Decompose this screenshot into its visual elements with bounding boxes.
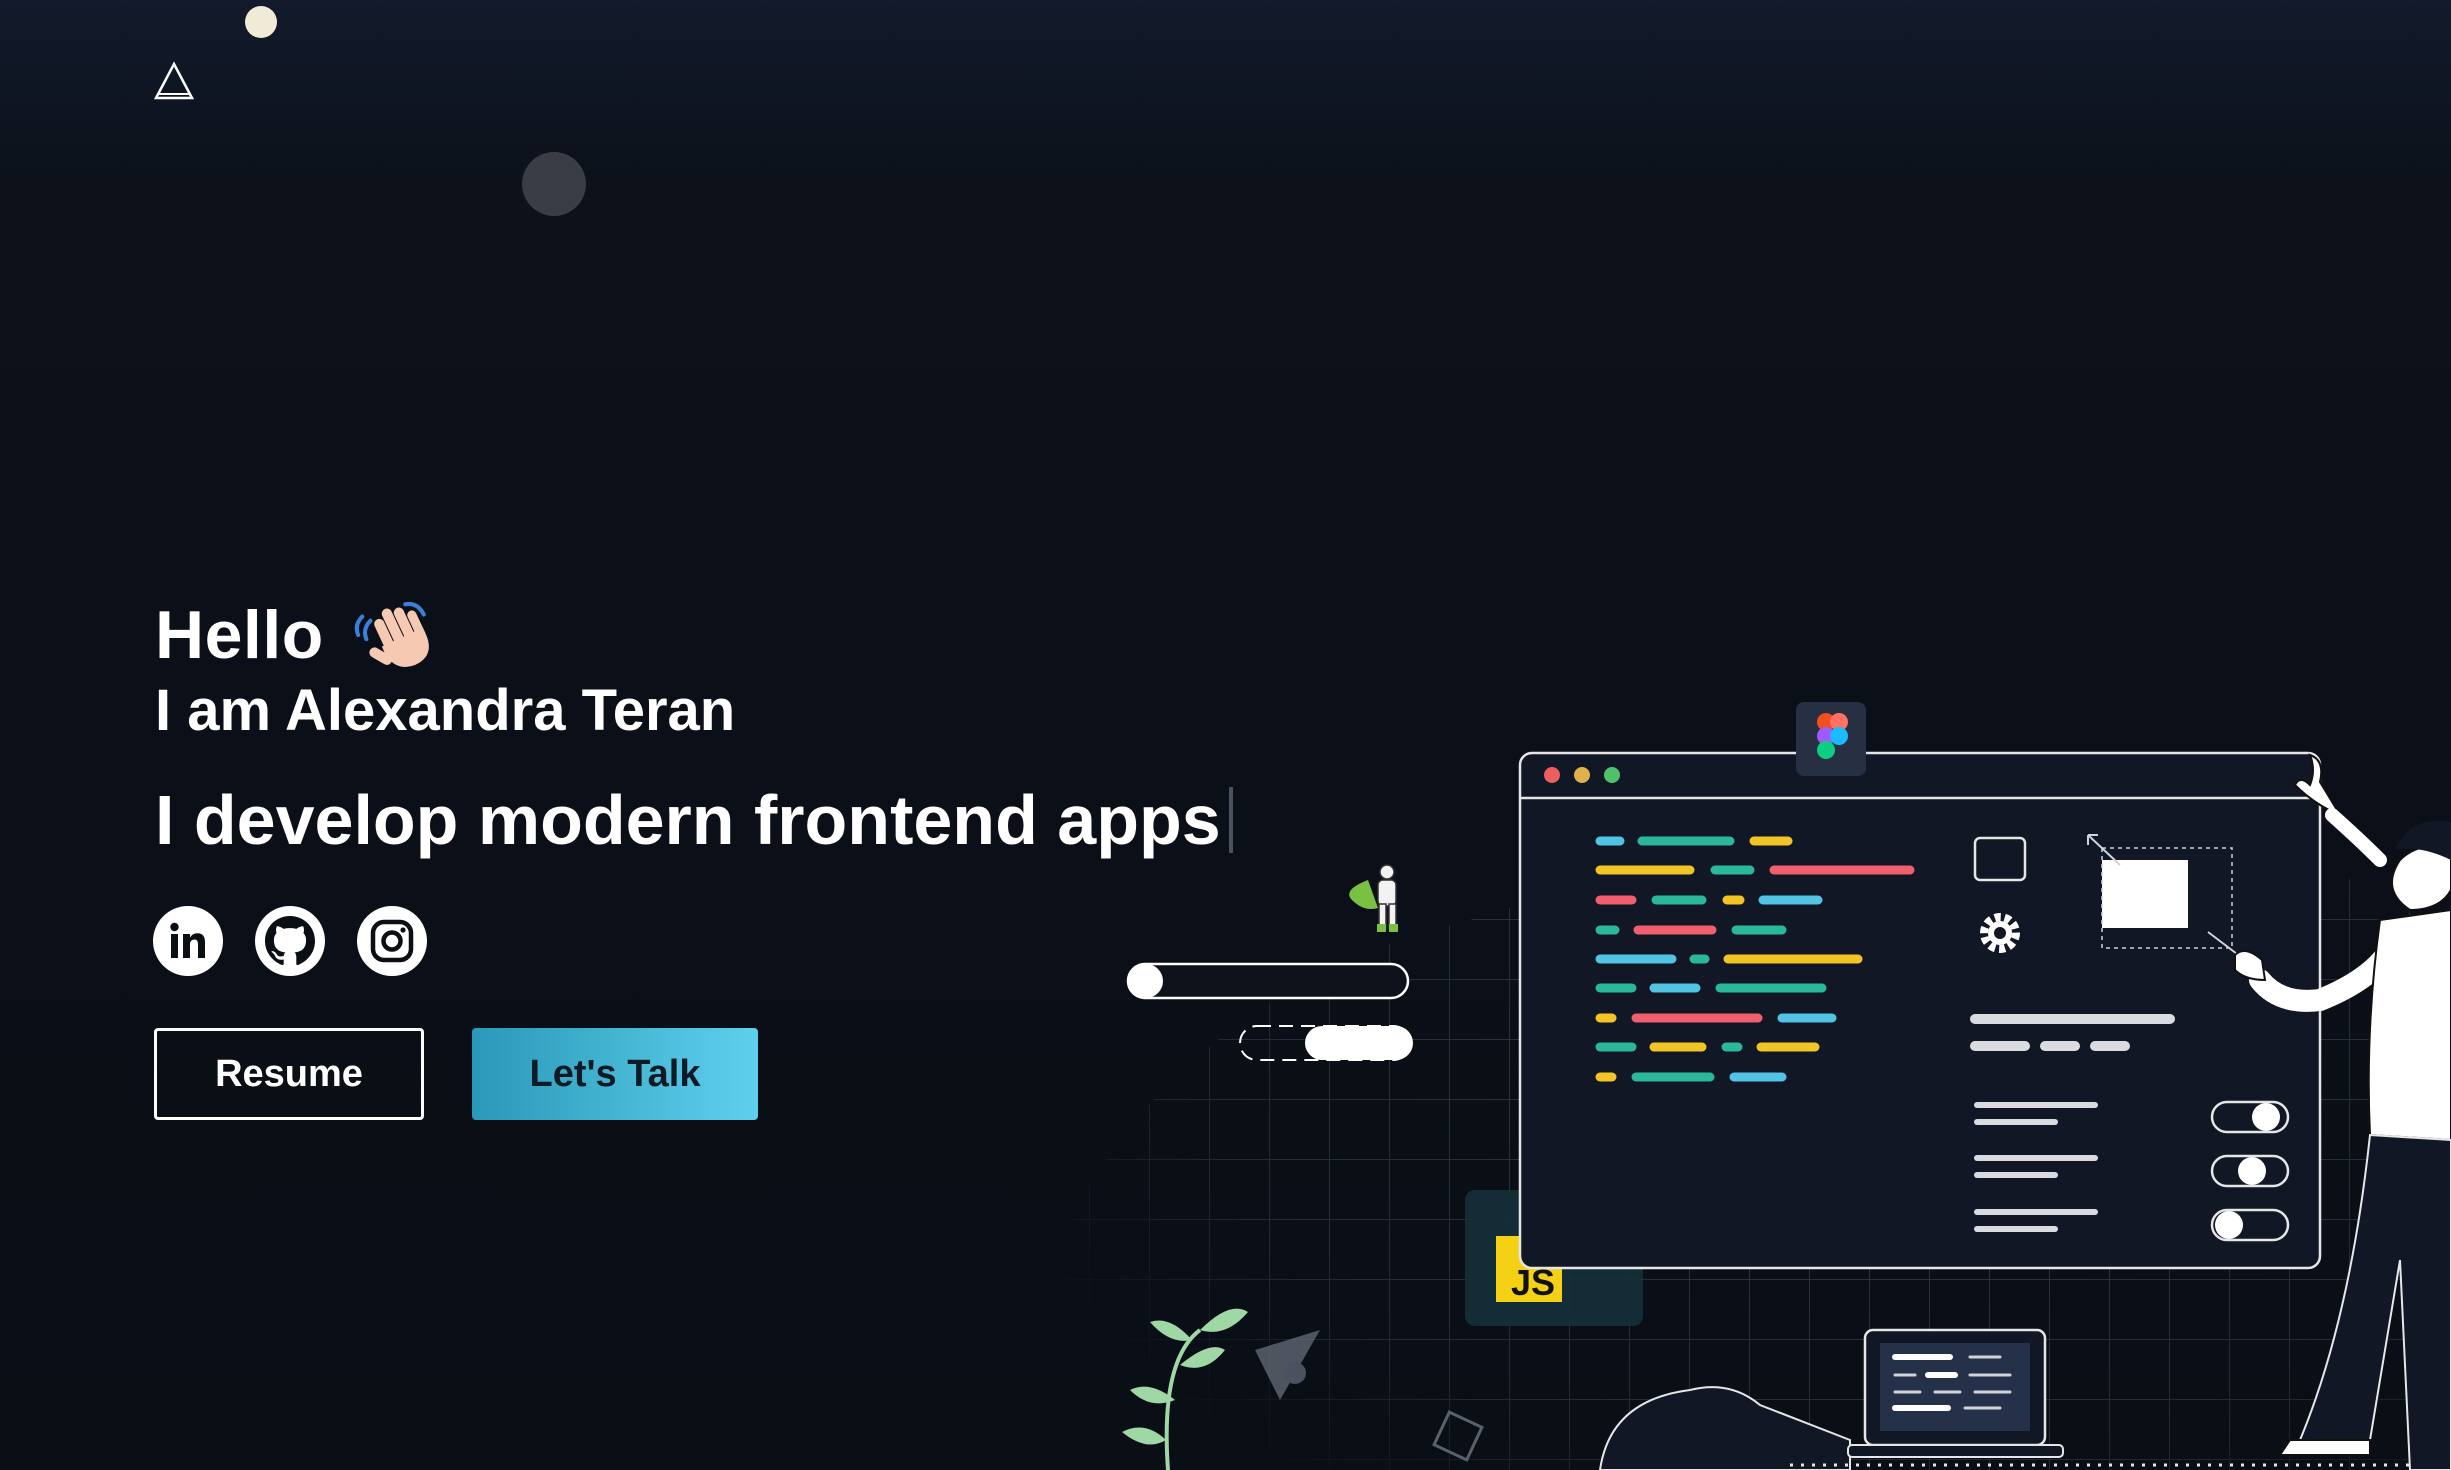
figma-icon <box>1796 702 1866 776</box>
hero-actions: Resume Let's Talk <box>154 1028 758 1120</box>
lets-talk-button[interactable]: Let's Talk <box>472 1028 758 1120</box>
decorative-dot <box>245 6 277 38</box>
decorative-dot <box>522 152 586 216</box>
greeting-text: Hello <box>155 597 324 673</box>
github-link[interactable] <box>255 906 325 976</box>
instagram-icon <box>370 919 414 963</box>
code-window <box>1518 751 2322 1270</box>
resume-button[interactable]: Resume <box>154 1028 424 1120</box>
github-icon <box>265 916 315 966</box>
social-links <box>153 906 427 976</box>
triangle-logo-icon[interactable] <box>152 60 196 104</box>
waving-hand-icon <box>354 601 429 667</box>
superhero-icon <box>1349 864 1398 932</box>
instagram-link[interactable] <box>357 906 427 976</box>
linkedin-link[interactable] <box>153 906 223 976</box>
developer-illustration: JS <box>1000 702 2451 1470</box>
linkedin-icon <box>170 922 205 958</box>
